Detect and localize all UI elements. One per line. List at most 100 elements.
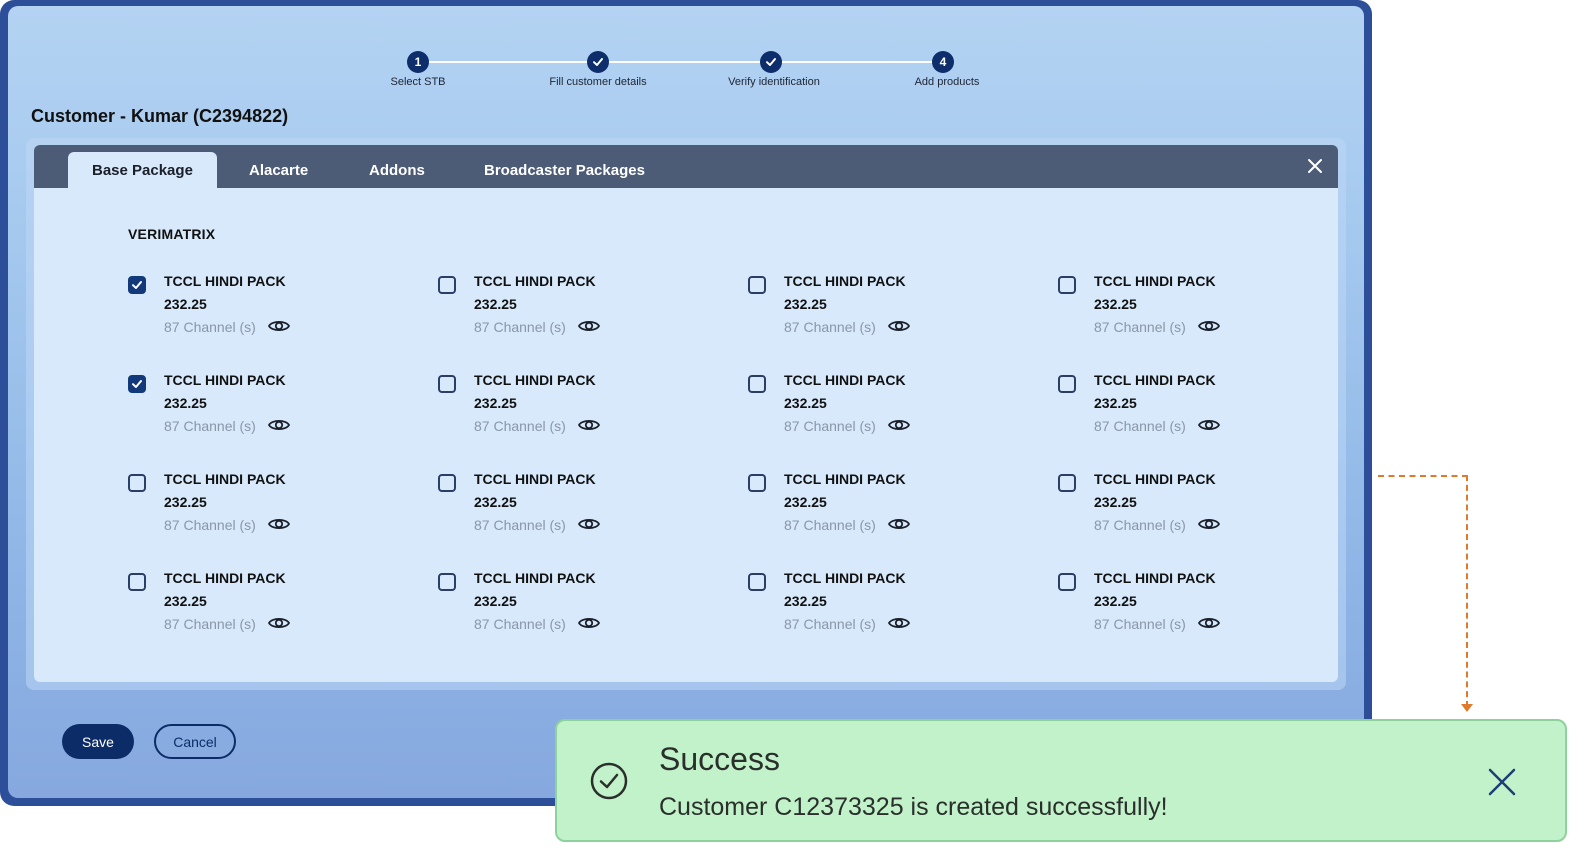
connector-line-horizontal xyxy=(1378,475,1468,477)
eye-icon[interactable] xyxy=(888,615,910,631)
package-channels: 87 Channel (s) xyxy=(474,616,566,632)
check-icon xyxy=(132,380,142,388)
page-title: Customer - Kumar (C2394822) xyxy=(31,106,289,126)
package-channels: 87 Channel (s) xyxy=(784,418,876,434)
package-item: TCCL HINDI PACK 232.25 87 Channel (s) xyxy=(1058,273,1338,353)
package-price: 232.25 xyxy=(784,494,827,510)
eye-icon[interactable] xyxy=(268,516,290,532)
stepper-line xyxy=(418,61,951,63)
close-icon[interactable] xyxy=(1306,157,1324,175)
eye-icon[interactable] xyxy=(268,318,290,334)
package-item: TCCL HINDI PACK 232.25 87 Channel (s) xyxy=(1058,570,1338,650)
package-checkbox[interactable] xyxy=(438,573,456,591)
tab-base-package[interactable]: Base Package xyxy=(68,152,217,188)
eye-icon[interactable] xyxy=(888,318,910,334)
tab-bar: Base Package Alacarte Addons Broadcaster… xyxy=(34,145,1338,188)
package-channels: 87 Channel (s) xyxy=(1094,319,1186,335)
tab-alacarte[interactable]: Alacarte xyxy=(225,152,332,188)
package-price: 232.25 xyxy=(1094,593,1137,609)
package-channels: 87 Channel (s) xyxy=(164,418,256,434)
package-name: TCCL HINDI PACK xyxy=(164,570,286,586)
package-checkbox[interactable] xyxy=(1058,474,1076,492)
package-name: TCCL HINDI PACK xyxy=(1094,273,1216,289)
eye-icon[interactable] xyxy=(268,417,290,433)
package-channels: 87 Channel (s) xyxy=(1094,517,1186,533)
eye-icon[interactable] xyxy=(888,516,910,532)
package-price: 232.25 xyxy=(1094,395,1137,411)
package-name: TCCL HINDI PACK xyxy=(164,372,286,388)
package-channels: 87 Channel (s) xyxy=(164,517,256,533)
package-checkbox[interactable] xyxy=(128,375,146,393)
package-channels: 87 Channel (s) xyxy=(474,319,566,335)
eye-icon[interactable] xyxy=(578,516,600,532)
toast-message: Customer C12373325 is created successful… xyxy=(659,793,1168,821)
cancel-button[interactable]: Cancel xyxy=(154,724,236,759)
package-item: TCCL HINDI PACK 232.25 87 Channel (s) xyxy=(438,273,738,353)
package-item: TCCL HINDI PACK 232.25 87 Channel (s) xyxy=(128,372,428,452)
step-3-dot xyxy=(760,51,782,73)
tab-addons[interactable]: Addons xyxy=(345,152,449,188)
package-checkbox[interactable] xyxy=(748,474,766,492)
package-channels: 87 Channel (s) xyxy=(474,418,566,434)
package-item: TCCL HINDI PACK 232.25 87 Channel (s) xyxy=(128,570,428,650)
package-checkbox[interactable] xyxy=(748,276,766,294)
package-price: 232.25 xyxy=(164,593,207,609)
package-name: TCCL HINDI PACK xyxy=(474,372,596,388)
package-name: TCCL HINDI PACK xyxy=(1094,570,1216,586)
close-icon[interactable] xyxy=(1485,765,1519,799)
package-checkbox[interactable] xyxy=(438,276,456,294)
package-checkbox[interactable] xyxy=(438,375,456,393)
package-channels: 87 Channel (s) xyxy=(164,616,256,632)
package-name: TCCL HINDI PACK xyxy=(784,273,906,289)
eye-icon[interactable] xyxy=(578,615,600,631)
package-name: TCCL HINDI PACK xyxy=(164,273,286,289)
package-channels: 87 Channel (s) xyxy=(784,517,876,533)
package-price: 232.25 xyxy=(1094,494,1137,510)
package-item: TCCL HINDI PACK 232.25 87 Channel (s) xyxy=(748,471,1048,551)
step-4-dot: 4 xyxy=(932,51,954,73)
check-icon xyxy=(766,58,776,66)
step-2-dot xyxy=(587,51,609,73)
package-checkbox[interactable] xyxy=(1058,276,1076,294)
step-3-label: Verify identification xyxy=(728,76,820,88)
eye-icon[interactable] xyxy=(268,615,290,631)
package-checkbox[interactable] xyxy=(1058,573,1076,591)
connector-line-vertical xyxy=(1466,475,1468,707)
package-price: 232.25 xyxy=(474,593,517,609)
package-checkbox[interactable] xyxy=(748,375,766,393)
package-price: 232.25 xyxy=(784,593,827,609)
package-price: 232.25 xyxy=(474,296,517,312)
step-2-label: Fill customer details xyxy=(549,76,647,88)
connector-arrow-icon xyxy=(1461,704,1473,712)
eye-icon[interactable] xyxy=(1198,615,1220,631)
package-item: TCCL HINDI PACK 232.25 87 Channel (s) xyxy=(438,372,738,452)
eye-icon[interactable] xyxy=(1198,318,1220,334)
check-icon xyxy=(132,281,142,289)
step-1-dot: 1 xyxy=(407,51,429,73)
tab-broadcaster-packages[interactable]: Broadcaster Packages xyxy=(460,152,669,188)
package-item: TCCL HINDI PACK 232.25 87 Channel (s) xyxy=(128,471,428,551)
package-channels: 87 Channel (s) xyxy=(1094,616,1186,632)
package-name: TCCL HINDI PACK xyxy=(1094,372,1216,388)
package-checkbox[interactable] xyxy=(438,474,456,492)
package-item: TCCL HINDI PACK 232.25 87 Channel (s) xyxy=(748,372,1048,452)
package-checkbox[interactable] xyxy=(128,474,146,492)
package-item: TCCL HINDI PACK 232.25 87 Channel (s) xyxy=(748,570,1048,650)
package-name: TCCL HINDI PACK xyxy=(784,471,906,487)
eye-icon[interactable] xyxy=(888,417,910,433)
save-button[interactable]: Save xyxy=(62,724,134,759)
package-checkbox[interactable] xyxy=(748,573,766,591)
package-name: TCCL HINDI PACK xyxy=(784,570,906,586)
eye-icon[interactable] xyxy=(578,318,600,334)
package-checkbox[interactable] xyxy=(128,276,146,294)
package-item: TCCL HINDI PACK 232.25 87 Channel (s) xyxy=(1058,372,1338,452)
step-1-label: Select STB xyxy=(390,76,446,88)
package-checkbox[interactable] xyxy=(128,573,146,591)
eye-icon[interactable] xyxy=(1198,516,1220,532)
eye-icon[interactable] xyxy=(1198,417,1220,433)
package-checkbox[interactable] xyxy=(1058,375,1076,393)
eye-icon[interactable] xyxy=(578,417,600,433)
package-price: 232.25 xyxy=(164,296,207,312)
package-item: TCCL HINDI PACK 232.25 87 Channel (s) xyxy=(438,471,738,551)
package-name: TCCL HINDI PACK xyxy=(1094,471,1216,487)
